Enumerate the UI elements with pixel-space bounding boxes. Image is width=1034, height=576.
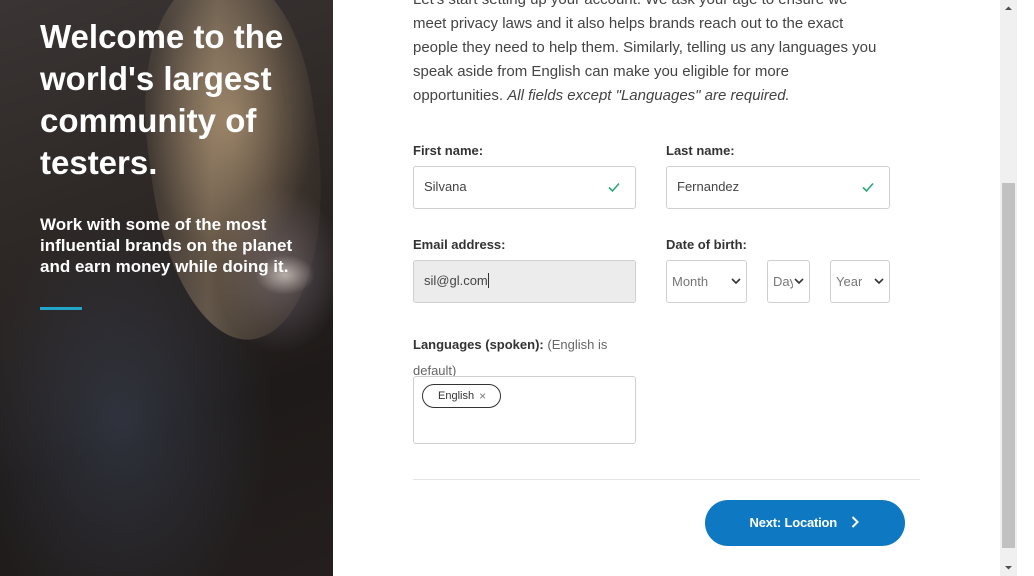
intro-paragraph: Let's start setting up your account. We …: [413, 0, 923, 108]
intro-text: opportunities.: [413, 87, 504, 104]
intro-line: opportunities. All fields except "Langua…: [413, 84, 923, 108]
dob-day-select[interactable]: Day: [767, 260, 810, 303]
remove-chip-icon[interactable]: ×: [479, 385, 486, 407]
next-location-button[interactable]: Next: Location: [705, 500, 905, 546]
scroll-down-arrow-icon[interactable]: [1000, 559, 1017, 576]
form-divider: [413, 479, 920, 480]
languages-input[interactable]: English ×: [413, 376, 636, 444]
first-name-label: First name:: [413, 143, 484, 158]
chevron-down-icon: [874, 278, 884, 285]
languages-label-text: Languages (spoken):: [413, 337, 544, 352]
scroll-up-arrow-icon[interactable]: [1000, 0, 1017, 17]
next-button-label: Next: Location: [749, 515, 838, 530]
page-scrollbar[interactable]: [1000, 0, 1017, 576]
languages-hint: (English is: [547, 337, 608, 352]
chevron-down-icon: [794, 278, 804, 285]
dob-year-value: Year: [836, 274, 863, 289]
hero-subtitle: Work with some of the most influential b…: [40, 215, 293, 276]
first-name-field[interactable]: Silvana: [413, 166, 636, 209]
last-name-label: Last name:: [666, 143, 735, 158]
required-note: All fields except "Languages" are requir…: [507, 87, 790, 104]
email-field[interactable]: sil@gl.com: [413, 260, 636, 303]
intro-line: Let's start setting up your account. We …: [413, 0, 923, 12]
language-chip-label: English: [438, 390, 475, 402]
intro-line: speak aside from English can make you el…: [413, 63, 790, 80]
hero-title: Welcome to the world's largest community…: [40, 18, 284, 181]
email-label: Email address:: [413, 237, 506, 252]
dob-label: Date of birth:: [666, 237, 747, 252]
intro-line: people they need to help them. Similarly…: [413, 39, 877, 56]
first-name-value: Silvana: [424, 179, 467, 194]
dob-day-value: Day: [773, 274, 793, 289]
chevron-right-icon: [852, 516, 860, 528]
last-name-value: Fernandez: [677, 179, 740, 194]
hero-panel: Welcome to the world's largest community…: [0, 0, 333, 576]
scroll-thumb[interactable]: [1002, 183, 1015, 548]
email-text: sil@gl.com: [424, 273, 488, 288]
check-icon: [862, 182, 874, 193]
hero-accent-bar: [40, 307, 82, 310]
email-value: sil@gl.com: [424, 273, 489, 288]
chevron-down-icon: [731, 278, 741, 285]
last-name-field[interactable]: Fernandez: [666, 166, 890, 209]
dob-month-value: Month: [672, 274, 709, 289]
dob-month-select[interactable]: Month: [666, 260, 747, 303]
dob-year-select[interactable]: Year: [830, 260, 890, 303]
text-caret: [487, 273, 489, 288]
language-chip-english: English ×: [422, 384, 502, 408]
intro-line: meet privacy laws and it also helps bran…: [413, 15, 844, 32]
check-icon: [608, 182, 620, 193]
